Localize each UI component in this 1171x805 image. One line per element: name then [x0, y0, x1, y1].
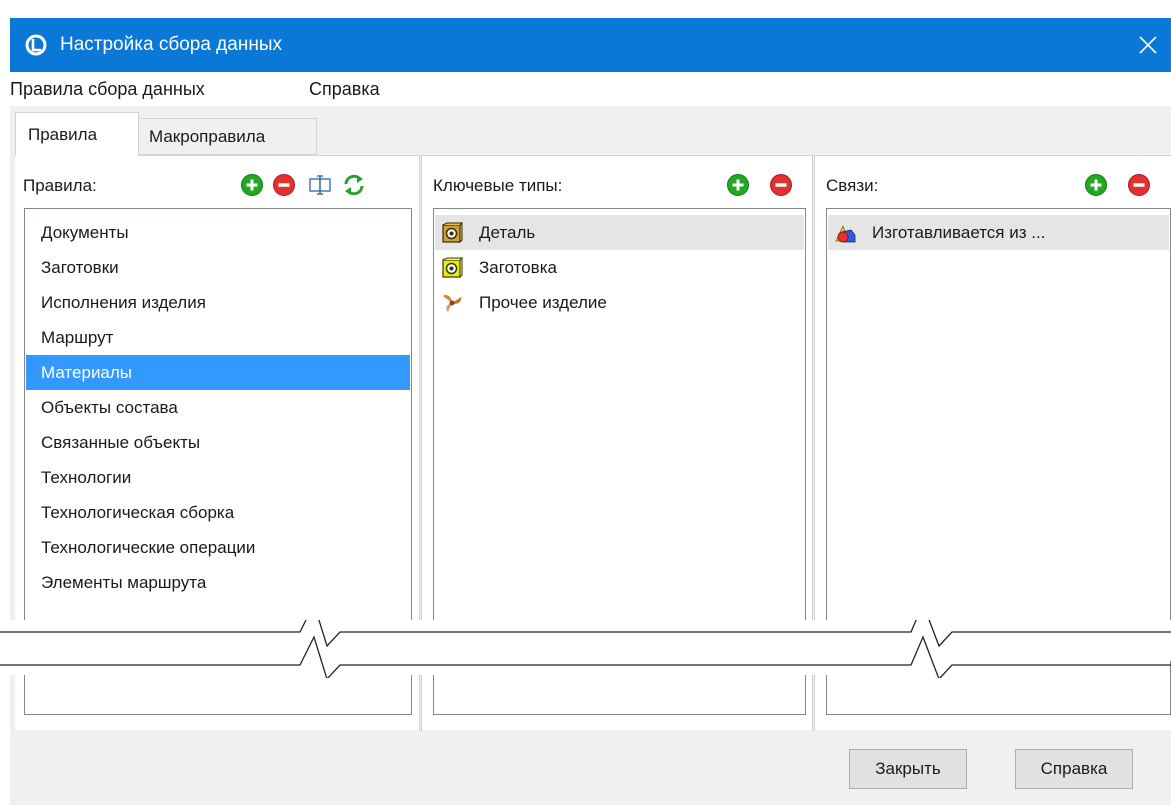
break-lines	[0, 620, 1171, 678]
remove-link-button[interactable]	[1126, 172, 1152, 198]
rule-item[interactable]: Маршрут	[26, 320, 410, 355]
remove-icon	[273, 174, 295, 196]
part-icon	[442, 222, 463, 244]
shapes-icon	[835, 224, 856, 243]
remove-rule-button[interactable]	[271, 172, 297, 198]
links-panel-label: Связи:	[826, 176, 879, 195]
rename-icon	[309, 175, 331, 195]
rules-panel-label: Правила:	[23, 176, 97, 195]
close-icon	[1139, 36, 1157, 54]
rule-item[interactable]: Элементы маршрута	[26, 565, 410, 600]
key-type-label: Заготовка	[479, 258, 557, 277]
rule-item-selected[interactable]: Материалы	[26, 355, 410, 390]
other-product-icon	[443, 294, 462, 312]
link-label: Изготавливается из ...	[872, 223, 1046, 242]
remove-icon	[770, 174, 792, 196]
key-type-item[interactable]: Деталь	[435, 215, 804, 250]
link-item[interactable]: Изготавливается из ...	[828, 215, 1169, 250]
add-rule-button[interactable]	[239, 172, 265, 198]
rule-item[interactable]: Документы	[26, 215, 410, 250]
add-icon	[1085, 174, 1107, 196]
remove-icon	[1128, 174, 1150, 196]
close-button[interactable]: Закрыть	[849, 749, 967, 789]
add-icon	[241, 174, 263, 196]
rule-item[interactable]: Связанные объекты	[26, 425, 410, 460]
rule-item[interactable]: Технологии	[26, 460, 410, 495]
menu-help[interactable]: Справка	[309, 78, 380, 100]
remove-key-type-button[interactable]	[768, 172, 794, 198]
key-types-panel-label: Ключевые типы:	[433, 176, 563, 195]
key-type-label: Прочее изделие	[479, 293, 607, 312]
menu-bar: Правила сбора данных Справка	[10, 72, 1171, 106]
rule-item[interactable]: Объекты состава	[26, 390, 410, 425]
tab-rules-label: Правила	[28, 124, 98, 144]
rule-item[interactable]: Технологическая сборка	[26, 495, 410, 530]
tab-macrorules-label: Макроправила	[149, 126, 266, 146]
rule-item[interactable]: Исполнения изделия	[26, 285, 410, 320]
help-button[interactable]: Справка	[1015, 749, 1133, 789]
tab-macrorules[interactable]: Макроправила	[139, 118, 317, 155]
refresh-icon	[344, 174, 364, 196]
add-key-type-button[interactable]	[725, 172, 751, 198]
key-type-item[interactable]: Прочее изделие	[435, 285, 804, 320]
key-type-item[interactable]: Заготовка	[435, 250, 804, 285]
blank-icon	[442, 257, 463, 279]
rename-rule-button[interactable]	[307, 172, 333, 198]
window-title: Настройка сбора данных	[60, 34, 282, 55]
dialog-client-area: Правила Макроправила Правила: Документы …	[10, 106, 1171, 805]
add-link-button[interactable]	[1083, 172, 1109, 198]
app-logo-icon	[25, 34, 47, 56]
refresh-rules-button[interactable]	[341, 172, 367, 198]
tab-rules[interactable]: Правила	[15, 112, 139, 156]
rule-item[interactable]: Заготовки	[26, 250, 410, 285]
add-icon	[727, 174, 749, 196]
rule-item[interactable]: Технологические операции	[26, 530, 410, 565]
menu-rules[interactable]: Правила сбора данных	[10, 78, 205, 100]
window-title-bar: Настройка сбора данных	[10, 18, 1171, 72]
key-type-label: Деталь	[479, 223, 536, 242]
close-window-button[interactable]	[1123, 18, 1171, 72]
